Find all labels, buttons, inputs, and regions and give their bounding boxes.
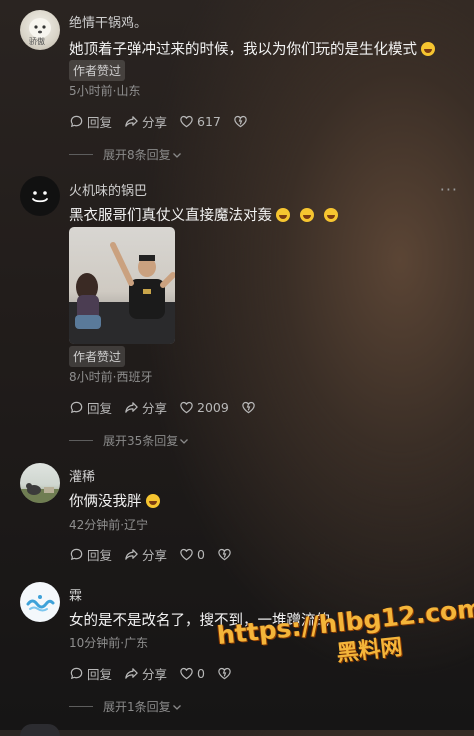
- like-count: 0: [197, 546, 205, 562]
- divider-line: [69, 154, 93, 155]
- reply-label: 回复: [87, 400, 113, 416]
- dislike-icon: [234, 115, 247, 127]
- laughing-emoji-icon: [300, 208, 314, 222]
- comment-text-content: 你俩没我胖: [69, 494, 142, 510]
- smiley-avatar-icon: [32, 191, 48, 203]
- share-button[interactable]: 分享: [124, 112, 167, 131]
- avatar[interactable]: [20, 176, 60, 216]
- photo-people-illustration: [69, 242, 175, 344]
- author-liked-badge: 作者赞过: [69, 346, 126, 367]
- like-button[interactable]: 0: [179, 666, 205, 681]
- reply-button[interactable]: 回复: [69, 398, 112, 417]
- share-label: 分享: [142, 666, 168, 682]
- next-avatar-partial: [20, 724, 60, 736]
- chevron-down-icon: [172, 152, 181, 158]
- share-button[interactable]: 分享: [124, 664, 167, 683]
- timestamp-location: 5小时前·山东: [69, 84, 141, 98]
- watermark: https://hlbg12.com 黑料网: [216, 593, 474, 680]
- timestamp-location: 10分钟前·广东: [69, 636, 149, 650]
- chevron-down-icon: [172, 704, 181, 710]
- timestamp-location: 42分钟前·辽宁: [69, 518, 149, 532]
- heart-icon: [180, 115, 193, 127]
- reply-button[interactable]: 回复: [69, 664, 112, 683]
- reply-icon: [70, 401, 83, 413]
- dislike-button[interactable]: [217, 547, 235, 562]
- laughing-emoji-icon: [421, 42, 435, 56]
- comment-text: 她顶着子弹冲过来的时候，我以为你们玩的是生化模式: [69, 38, 435, 59]
- dislike-button[interactable]: [241, 400, 259, 415]
- divider-line: [69, 440, 93, 441]
- comment-text-content: 黑衣服哥们真仗义直接魔法对轰: [69, 208, 272, 224]
- reply-button[interactable]: 回复: [69, 545, 112, 564]
- action-bar: 回复 分享 2009: [69, 397, 271, 417]
- username[interactable]: 霖: [69, 585, 82, 604]
- reply-label: 回复: [87, 666, 113, 682]
- expand-replies[interactable]: 展开8条回复: [69, 146, 183, 163]
- reply-icon: [70, 548, 83, 560]
- heart-icon: [180, 401, 193, 413]
- username[interactable]: 火机味的锅巴: [69, 180, 147, 199]
- action-bar: 回复 分享 0: [69, 544, 247, 564]
- expand-replies[interactable]: 展开1条回复: [69, 698, 183, 715]
- share-icon: [125, 401, 138, 413]
- expand-label: 展开1条回复: [103, 700, 171, 714]
- dislike-icon: [242, 401, 255, 413]
- cat-avatar-icon: [20, 483, 60, 503]
- share-label: 分享: [142, 547, 168, 563]
- more-options-button[interactable]: ···: [440, 180, 458, 199]
- avatar[interactable]: [20, 582, 60, 622]
- reply-label: 回复: [87, 547, 113, 563]
- like-count: 0: [197, 665, 205, 681]
- avatar[interactable]: 骄傲: [20, 10, 60, 50]
- comment-text: 你俩没我胖: [69, 490, 160, 511]
- username[interactable]: 绝情干锅鸡。: [69, 12, 147, 31]
- divider-line: [69, 706, 93, 707]
- reply-button[interactable]: 回复: [69, 112, 112, 131]
- like-count: 2009: [197, 399, 229, 415]
- heart-icon: [180, 667, 193, 679]
- wave-avatar-icon: [26, 595, 55, 612]
- expand-replies[interactable]: 展开35条回复: [69, 432, 190, 449]
- author-liked-badge: 作者赞过: [69, 60, 126, 81]
- username[interactable]: 灌稀: [69, 466, 95, 485]
- dislike-icon: [218, 548, 231, 560]
- action-bar: 回复 分享 617: [69, 111, 263, 131]
- share-button[interactable]: 分享: [124, 545, 167, 564]
- comment-text: 黑衣服哥们真仗义直接魔法对轰: [69, 204, 338, 225]
- dislike-button[interactable]: [233, 114, 251, 129]
- share-button[interactable]: 分享: [124, 398, 167, 417]
- heart-icon: [180, 548, 193, 560]
- avatar[interactable]: [20, 463, 60, 503]
- laughing-emoji-icon: [145, 494, 160, 508]
- like-count: 617: [197, 113, 221, 129]
- reply-icon: [70, 667, 83, 679]
- expand-label: 展开35条回复: [103, 434, 179, 448]
- share-icon: [125, 115, 138, 127]
- like-button[interactable]: 2009: [179, 400, 229, 415]
- comment-image[interactable]: [69, 227, 175, 344]
- laughing-emoji-icon: [276, 208, 290, 222]
- share-label: 分享: [142, 400, 168, 416]
- laughing-emoji-icon: [324, 208, 338, 222]
- like-button[interactable]: 617: [179, 114, 221, 129]
- reply-label: 回复: [87, 114, 113, 130]
- timestamp-location: 8小时前·西班牙: [69, 370, 153, 384]
- like-button[interactable]: 0: [179, 547, 205, 562]
- expand-label: 展开8条回复: [103, 148, 171, 162]
- reply-icon: [70, 115, 83, 127]
- avatar-label: 骄傲: [29, 37, 45, 46]
- share-icon: [125, 548, 138, 560]
- share-icon: [125, 667, 138, 679]
- chevron-down-icon: [180, 438, 189, 444]
- comment-text-content: 她顶着子弹冲过来的时候，我以为你们玩的是生化模式: [69, 42, 417, 58]
- share-label: 分享: [142, 114, 168, 130]
